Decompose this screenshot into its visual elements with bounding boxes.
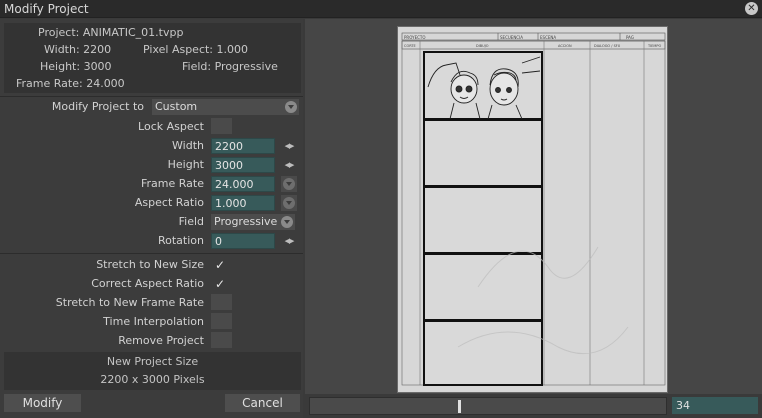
checkmark-icon: ✓ bbox=[215, 277, 226, 291]
window-title: Modify Project bbox=[4, 2, 89, 16]
header-corte: CORTE bbox=[404, 44, 416, 48]
slider-handle[interactable] bbox=[458, 400, 461, 413]
divider bbox=[0, 96, 303, 97]
frame-slider[interactable] bbox=[309, 397, 667, 415]
frame-rate-dropdown-icon[interactable] bbox=[281, 176, 297, 192]
aspect-ratio-label: Aspect Ratio bbox=[134, 196, 204, 209]
new-size-value: 2200 x 3000 Pixels bbox=[100, 373, 205, 386]
header-secuencia: SECUENCIA bbox=[500, 35, 523, 40]
project-info: Project: ANIMATIC_01.tvpp Width: 2200 Pi… bbox=[4, 23, 301, 93]
storyboard-panel bbox=[423, 186, 543, 254]
rotation-spinner-icon[interactable]: ◀▶ bbox=[283, 233, 295, 249]
height-label: Height bbox=[167, 158, 204, 171]
modify-button[interactable]: Modify bbox=[4, 394, 81, 412]
cancel-button[interactable]: Cancel bbox=[225, 394, 300, 412]
chevron-down-icon bbox=[285, 101, 297, 113]
storyboard-panel bbox=[423, 320, 543, 386]
timeline-bar: 34 bbox=[305, 394, 762, 418]
rotation-label: Rotation bbox=[157, 234, 204, 247]
info-frame-rate: Frame Rate: 24.000 bbox=[16, 77, 125, 90]
title-bar: Modify Project ✕ bbox=[0, 0, 762, 18]
modify-to-dropdown[interactable]: Custom bbox=[152, 99, 299, 115]
info-width: Width: 2200 bbox=[44, 43, 112, 56]
header-tiempo: TIEMPO bbox=[647, 44, 662, 48]
option-label: Correct Aspect Ratio bbox=[91, 277, 204, 290]
storyboard-panel bbox=[423, 253, 543, 321]
preview-area: PROYECTO SECUENCIA ESCENA PAG CORTE DIBU… bbox=[305, 19, 762, 394]
aspect-ratio-input[interactable]: 1.000 bbox=[211, 195, 275, 211]
header-escena: ESCENA bbox=[540, 35, 556, 40]
info-height: Height: 3000 bbox=[40, 60, 112, 73]
frame-number-input[interactable]: 34 bbox=[672, 397, 758, 414]
correct-aspect-checkbox[interactable]: ✓ bbox=[211, 276, 232, 292]
frame-rate-input[interactable]: 24.000 bbox=[211, 176, 275, 192]
divider bbox=[0, 253, 303, 254]
header-proyecto: PROYECTO bbox=[404, 35, 425, 40]
modify-to-label: Modify Project to bbox=[51, 100, 144, 113]
storyboard-sheet: PROYECTO SECUENCIA ESCENA PAG CORTE DIBU… bbox=[401, 32, 666, 386]
height-input[interactable]: 3000 bbox=[211, 157, 275, 173]
header-dialogo: DIALOGO / SFX bbox=[594, 44, 621, 48]
option-label: Remove Project bbox=[118, 334, 204, 347]
width-input[interactable]: 2200 bbox=[211, 138, 275, 154]
option-label: Stretch to New Frame Rate bbox=[55, 296, 204, 309]
option-label: Stretch to New Size bbox=[96, 258, 204, 271]
stretch-size-checkbox[interactable]: ✓ bbox=[211, 257, 232, 273]
close-icon[interactable]: ✕ bbox=[745, 2, 758, 15]
remove-project-checkbox[interactable] bbox=[211, 332, 232, 348]
header-accion: ACCION bbox=[558, 44, 572, 48]
info-field: Field: Progressive bbox=[182, 60, 278, 73]
checkmark-icon: ✓ bbox=[215, 258, 226, 272]
rotation-input[interactable]: 0 bbox=[211, 233, 275, 249]
lock-aspect-label: Lock Aspect bbox=[138, 120, 204, 133]
time-interpolation-checkbox[interactable] bbox=[211, 313, 232, 329]
frame-rate-label: Frame Rate bbox=[141, 177, 204, 190]
new-size-box: New Project Size 2200 x 3000 Pixels bbox=[4, 352, 301, 390]
header-dibujo: DIBUJO bbox=[476, 44, 489, 48]
lock-aspect-checkbox[interactable] bbox=[211, 118, 232, 134]
field-dropdown[interactable]: Progressive bbox=[211, 214, 295, 230]
settings-panel: Project: ANIMATIC_01.tvpp Width: 2200 Pi… bbox=[0, 19, 303, 418]
storyboard-page: PROYECTO SECUENCIA ESCENA PAG CORTE DIBU… bbox=[397, 26, 668, 393]
header-pag: PAG bbox=[626, 35, 634, 40]
width-spinner-icon[interactable]: ◀▶ bbox=[283, 138, 295, 154]
storyboard-panel bbox=[423, 119, 543, 187]
height-spinner-icon[interactable]: ◀▶ bbox=[283, 157, 295, 173]
option-label: Time Interpolation bbox=[103, 315, 204, 328]
chevron-down-icon bbox=[281, 216, 293, 228]
info-pixel-aspect: Pixel Aspect: 1.000 bbox=[143, 43, 248, 56]
stretch-frame-rate-checkbox[interactable] bbox=[211, 294, 232, 310]
width-label: Width bbox=[172, 139, 204, 152]
info-project: Project: ANIMATIC_01.tvpp bbox=[38, 26, 184, 39]
new-size-title: New Project Size bbox=[106, 355, 199, 368]
modify-to-value: Custom bbox=[155, 100, 198, 113]
field-label: Field bbox=[178, 215, 204, 228]
field-value: Progressive bbox=[214, 215, 278, 228]
aspect-ratio-dropdown-icon[interactable] bbox=[281, 195, 297, 211]
